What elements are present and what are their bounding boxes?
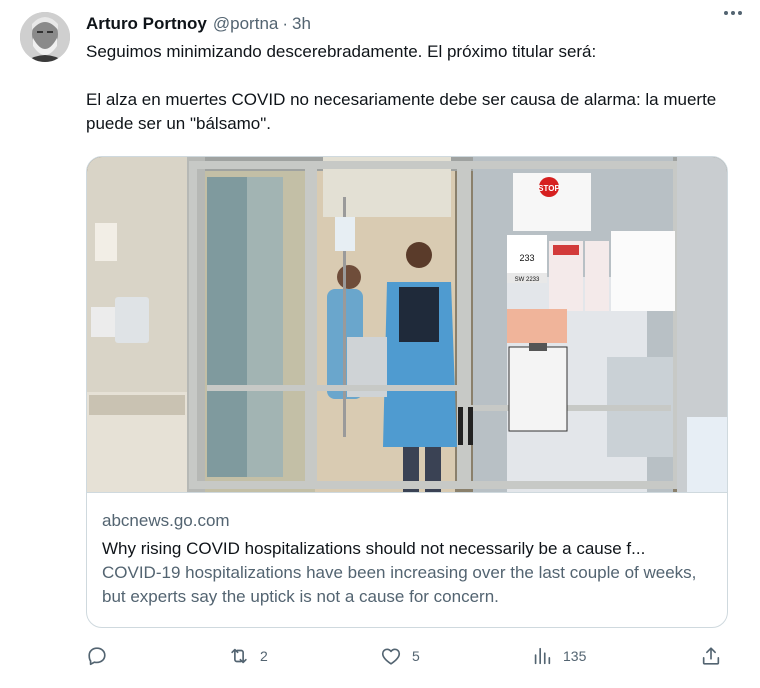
card-photo: STOP 233 SW 2233 [87, 157, 727, 492]
tweet-text-line-1: Seguimos minimizando descerebradamente. … [86, 42, 597, 61]
door-sign-room: 233 [519, 253, 534, 263]
tweet-header: Arturo Portnoy @portna · 3h [86, 12, 740, 36]
heart-icon [381, 648, 401, 665]
share-button[interactable] [700, 642, 722, 670]
link-card[interactable]: STOP 233 SW 2233 abcnews.go.com Why risi… [86, 156, 728, 628]
more-horizontal-icon [724, 11, 742, 15]
views-button[interactable]: 135 [531, 642, 586, 670]
views-chart-icon [534, 647, 551, 665]
retweet-count: 2 [260, 648, 268, 664]
views-count: 135 [563, 648, 587, 664]
retweet-icon [231, 648, 247, 664]
card-title[interactable]: Why rising COVID hospitalizations should… [102, 537, 712, 561]
retweet-button[interactable]: 2 [228, 642, 268, 670]
share-icon [702, 647, 720, 665]
reply-button[interactable] [86, 642, 118, 670]
tweet-text: Seguimos minimizando descerebradamente. … [86, 40, 726, 136]
tweet-text-line-2: El alza en muertes COVID no necesariamen… [86, 90, 717, 133]
tweet-actions: 2 5 135 [86, 642, 726, 670]
separator-dot: · [282, 14, 289, 33]
more-options-button[interactable] [720, 4, 746, 22]
card-description: COVID-19 hospitalizations have been incr… [102, 563, 697, 606]
display-name[interactable]: Arturo Portnoy [86, 14, 207, 34]
user-handle[interactable]: @portna [213, 14, 278, 34]
card-domain[interactable]: abcnews.go.com [102, 509, 712, 533]
tweet[interactable]: Arturo Portnoy @portna · 3h Seguimos min… [0, 0, 760, 688]
door-sign-code: SW 2233 [515, 277, 540, 283]
like-button[interactable]: 5 [380, 642, 420, 670]
card-meta[interactable]: abcnews.go.com Why rising COVID hospital… [87, 492, 727, 627]
timestamp[interactable]: 3h [292, 14, 311, 34]
reply-icon [88, 647, 106, 666]
door-sign-stop: STOP [538, 184, 560, 193]
avatar[interactable] [20, 12, 70, 62]
card-image[interactable]: STOP 233 SW 2233 [87, 157, 727, 492]
like-count: 5 [412, 648, 420, 664]
